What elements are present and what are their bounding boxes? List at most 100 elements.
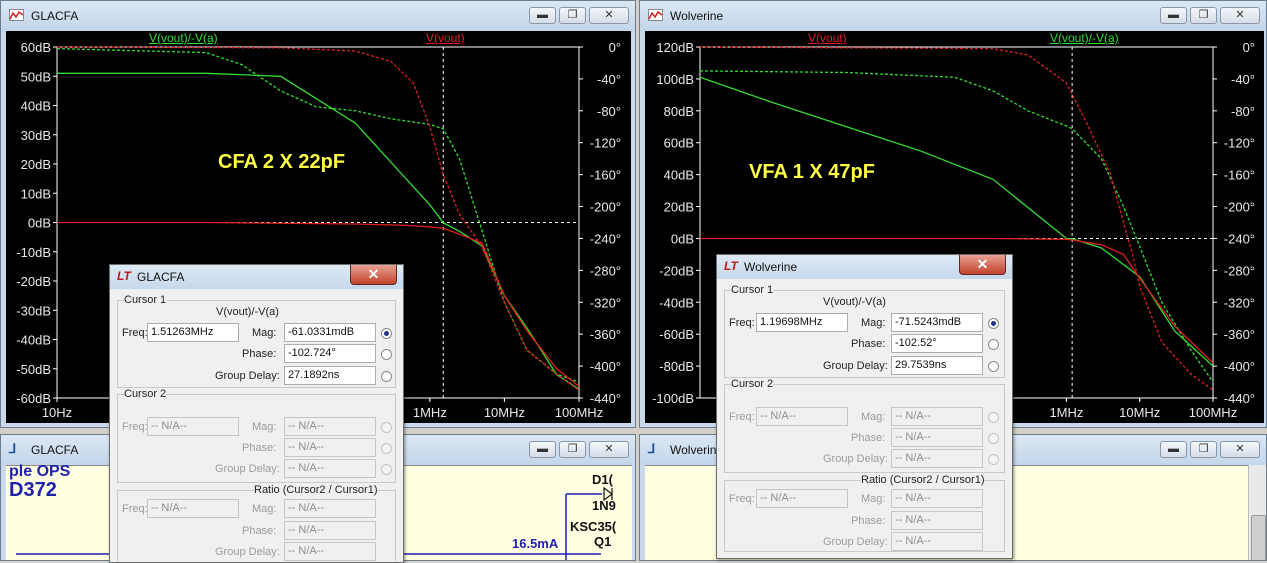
cursor-dialog-glacfa[interactable]: LT GLACFA ✕ Cursor 1 V(vout)/-V(a) Freq:… (109, 264, 404, 563)
group-delay-label: Group Delay: (823, 360, 888, 372)
mag-label: Mag: (252, 327, 277, 339)
schematic-icon: ⅃ (648, 441, 656, 456)
close-button[interactable]: ✕ (589, 7, 629, 24)
mag-label: Mag: (861, 493, 886, 505)
minimize-button[interactable]: ▬ (529, 7, 556, 24)
ratio-group-delay-value: -- N/A-- (891, 532, 983, 551)
dialog-title-bar[interactable]: LT GLACFA ✕ (110, 265, 403, 289)
cursor1-phase-value: -102.724° (284, 344, 376, 363)
cursor-dialog-wolverine[interactable]: LT Wolverine ✕ Cursor 1 V(vout)/-V(a) Fr… (716, 254, 1013, 559)
cursor2-group-delay-radio[interactable] (988, 454, 999, 465)
cursor2-mag-radio[interactable] (988, 412, 999, 423)
group-delay-label: Group Delay: (823, 453, 888, 465)
close-button[interactable]: ✕ (589, 441, 629, 458)
title-bar[interactable]: Wolverine ▬ ❐ ✕ (640, 1, 1266, 31)
dialog-title-bar[interactable]: LT Wolverine ✕ (717, 255, 1012, 279)
right-tick-label: -120° (590, 136, 621, 151)
restore-button[interactable]: ❐ (559, 7, 586, 24)
right-tick-label: -320° (590, 295, 621, 310)
group-delay-label: Group Delay: (215, 463, 280, 475)
cursor1-phase-value: -102.52° (891, 334, 983, 353)
right-tick-label: -440° (1224, 391, 1255, 406)
cursor1-expression: V(vout)/-V(a) (216, 306, 279, 318)
ratio-label: Ratio (Cursor2 / Cursor1) (861, 474, 985, 486)
legend-vout[interactable]: V(vout) (426, 31, 465, 45)
cursor1-label: Cursor 1 (731, 284, 774, 296)
cursor2-group-delay-radio[interactable] (381, 464, 392, 475)
freq-label: Freq: (729, 317, 755, 329)
right-tick-label: 0° (609, 40, 621, 55)
waveform-icon (648, 9, 663, 21)
right-tick-label: -80° (597, 104, 621, 119)
ratio-phase-value: -- N/A-- (891, 511, 983, 530)
right-tick-label: -240° (1224, 231, 1255, 246)
freq-label: Freq: (122, 327, 148, 339)
right-tick-label: -40° (1231, 72, 1255, 87)
right-tick-label: -40° (597, 72, 621, 87)
right-tick-label: -280° (1224, 263, 1255, 278)
cursor2-group-delay-value: -- N/A-- (891, 449, 983, 468)
left-tick-label: 50dB (21, 69, 51, 84)
cursor1-group-delay-value: 29.7539ns (891, 356, 983, 375)
cursor2-phase-radio[interactable] (988, 433, 999, 444)
left-tick-label: -80dB (659, 359, 694, 374)
cursor2-mag-radio[interactable] (381, 422, 392, 433)
cursor1-mag-radio[interactable] (988, 318, 999, 329)
mag-label: Mag: (861, 317, 886, 329)
phase-label: Phase: (851, 432, 886, 444)
cursor1-freq-input[interactable]: 1.19698MHz (756, 313, 848, 332)
close-button[interactable]: ✕ (1220, 441, 1260, 458)
right-tick-label: -440° (590, 391, 621, 406)
freq-label: Freq: (122, 421, 148, 433)
scrollbar-thumb[interactable] (1251, 515, 1266, 560)
cursor2-phase-value: -- N/A-- (284, 438, 376, 457)
left-tick-label: 10dB (21, 186, 51, 201)
left-tick-label: 40dB (21, 99, 51, 114)
cursor2-label: Cursor 2 (124, 388, 167, 400)
cursor1-mag-value: -61.0331mdB (284, 323, 376, 342)
legend-loop-gain[interactable]: V(vout)/-V(a) (1050, 31, 1119, 45)
cursor1-mag-radio[interactable] (381, 328, 392, 339)
cursor1-group-delay-radio[interactable] (381, 371, 392, 382)
ltspice-logo-icon: LT (724, 259, 738, 273)
minimize-button[interactable]: ▬ (1160, 441, 1187, 458)
vertical-scrollbar[interactable] (1248, 465, 1266, 560)
title-bar[interactable]: GLACFA ▬ ❐ ✕ (1, 1, 635, 31)
restore-button[interactable]: ❐ (1190, 7, 1217, 24)
dialog-close-button[interactable]: ✕ (350, 265, 397, 285)
right-tick-label: -80° (1231, 104, 1255, 119)
ratio-group-delay-value: -- N/A-- (284, 542, 376, 561)
minimize-button[interactable]: ▬ (1160, 7, 1187, 24)
cursor2-label: Cursor 2 (731, 378, 774, 390)
right-tick-label: -400° (1224, 359, 1255, 374)
cursor2-freq-input[interactable]: -- N/A-- (756, 407, 848, 426)
restore-button[interactable]: ❐ (559, 441, 586, 458)
right-tick-label: 0° (1243, 40, 1255, 55)
left-tick-label: 30dB (21, 128, 51, 143)
window-title: GLACFA (31, 9, 79, 23)
right-tick-label: -200° (590, 200, 621, 215)
annotation-text: CFA 2 X 22pF (218, 151, 346, 173)
cursor1-phase-radio[interactable] (988, 339, 999, 350)
ratio-mag-value: -- N/A-- (284, 499, 376, 518)
cursor1-group-delay-value: 27.1892ns (284, 366, 376, 385)
schematic-icon: ⅃ (9, 441, 17, 456)
left-tick-label: -20dB (659, 263, 694, 278)
right-tick-label: -120° (1224, 136, 1255, 151)
cursor2-phase-radio[interactable] (381, 443, 392, 454)
legend-vout[interactable]: V(vout) (808, 31, 847, 45)
cursor1-freq-input[interactable]: 1.51263MHz (147, 323, 239, 342)
ratio-freq-value: -- N/A-- (147, 499, 239, 518)
legend-loop-gain[interactable]: V(vout)/-V(a) (149, 31, 218, 45)
restore-button[interactable]: ❐ (1190, 441, 1217, 458)
cursor2-mag-value: -- N/A-- (891, 407, 983, 426)
dialog-close-button[interactable]: ✕ (959, 255, 1006, 275)
close-button[interactable]: ✕ (1220, 7, 1260, 24)
cursor2-freq-input[interactable]: -- N/A-- (147, 417, 239, 436)
window-title: GLACFA (31, 443, 79, 457)
freq-label: Freq: (729, 411, 755, 423)
cursor1-group-delay-radio[interactable] (988, 361, 999, 372)
minimize-button[interactable]: ▬ (529, 441, 556, 458)
cursor1-phase-radio[interactable] (381, 349, 392, 360)
phase-label: Phase: (242, 348, 277, 360)
